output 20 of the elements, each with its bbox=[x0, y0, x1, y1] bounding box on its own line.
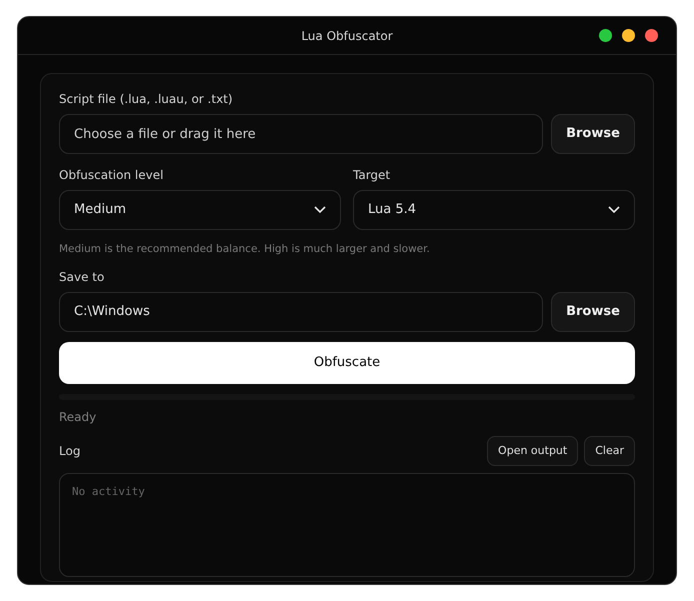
log-label: Log bbox=[59, 442, 80, 460]
log-area[interactable]: No activity bbox=[59, 472, 635, 577]
field-label: Save to bbox=[59, 268, 106, 286]
save-path-field[interactable]: C:\Windows bbox=[59, 292, 543, 332]
field-label: Script file (.lua, .luau, or .txt) bbox=[59, 91, 234, 108]
log-button[interactable]: Clear bbox=[584, 436, 635, 466]
browse-button[interactable]: Browse bbox=[551, 292, 635, 332]
window-title: Lua Obfuscator bbox=[301, 28, 393, 44]
hint-text: Medium is the recommended balance. High is much larger and slower. bbox=[59, 242, 431, 257]
field-label: Target bbox=[353, 167, 392, 184]
chevron-down-icon bbox=[608, 206, 620, 214]
file-input-field[interactable]: Choose a file or drag it here bbox=[59, 114, 543, 154]
browse-button[interactable]: Browse bbox=[551, 114, 635, 154]
log-button[interactable]: Open output bbox=[487, 436, 578, 466]
obfuscate-button[interactable]: Obfuscate bbox=[59, 342, 635, 384]
dropdown-select[interactable]: Lua 5.4 bbox=[353, 190, 635, 230]
status-text: Ready bbox=[59, 408, 98, 426]
chevron-down-icon bbox=[314, 206, 326, 214]
dropdown-select[interactable]: Medium bbox=[59, 190, 341, 230]
field-label: Obfuscation level bbox=[59, 167, 164, 184]
